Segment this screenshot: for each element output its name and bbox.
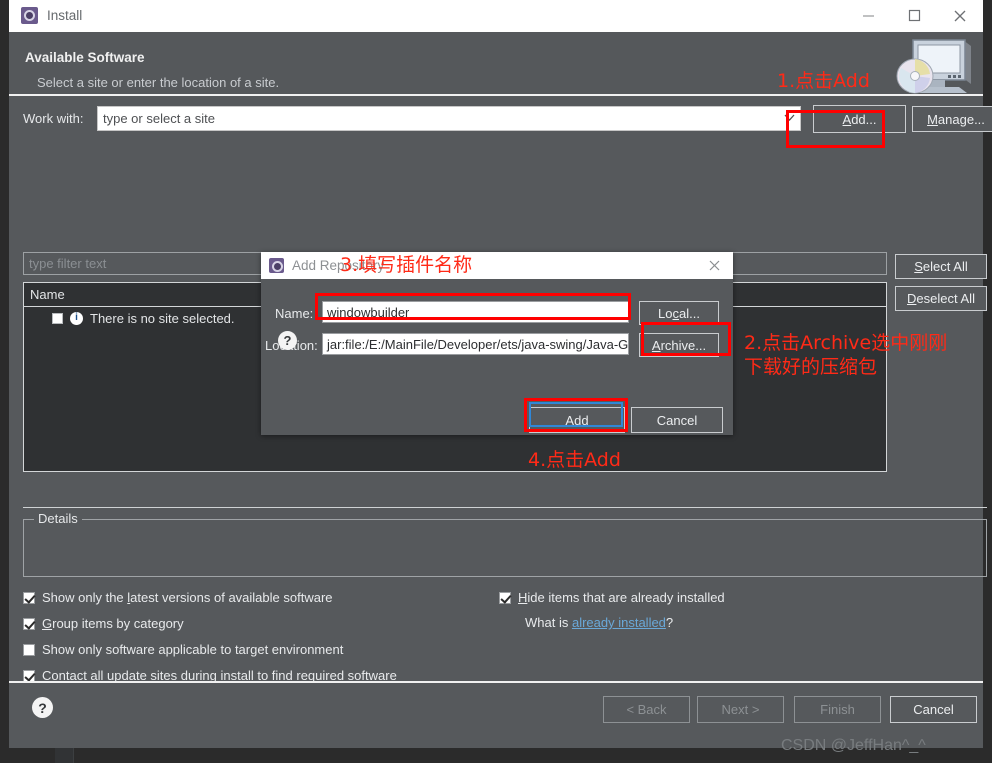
what-is-suffix: ? — [665, 615, 674, 630]
page-subtitle: Select a site or enter the location of a… — [37, 75, 280, 90]
add-site-button[interactable]: Add... — [813, 105, 906, 133]
chevron-down-icon[interactable] — [778, 113, 800, 124]
back-button[interactable]: < Back — [603, 696, 690, 723]
checkbox-box[interactable] — [23, 591, 35, 604]
watermark: CSDN @JeffHan^_^ — [781, 737, 926, 754]
eclipse-gear-icon — [21, 7, 38, 24]
column-header-extra[interactable] — [716, 283, 886, 306]
what-is-already-installed: What is already installed? — [525, 615, 673, 630]
checkbox-box[interactable] — [23, 643, 35, 656]
manage-sites-button-label: Manage... — [927, 111, 985, 127]
window-title: Install — [47, 8, 83, 23]
section-divider — [23, 507, 987, 508]
eclipse-gear-icon — [269, 258, 284, 273]
work-with-input[interactable]: type or select a site — [98, 111, 778, 126]
window-title-bar: Install — [9, 0, 983, 32]
next-button[interactable]: Next > — [697, 696, 784, 723]
minimize-icon[interactable] — [845, 0, 891, 31]
name-field-value: windowbuilder — [327, 304, 410, 320]
local-button-label: Local... — [658, 305, 700, 321]
info-icon: i — [70, 311, 83, 325]
close-icon[interactable] — [937, 0, 983, 31]
local-button[interactable]: Local... — [639, 301, 719, 325]
checkbox-show-latest-versions[interactable]: Show only the latest versions of availab… — [23, 590, 333, 605]
computer-cd-icon — [896, 39, 971, 94]
checkbox-label: Show only the latest versions of availab… — [42, 590, 333, 605]
deselect-all-button[interactable]: Deselect All — [895, 286, 987, 311]
add-site-button-label: Add... — [842, 111, 877, 127]
work-with-label: Work with: — [23, 111, 84, 126]
deselect-all-label: Deselect All — [907, 291, 975, 306]
finish-button[interactable]: Finish — [794, 696, 881, 723]
location-field-value: jar:file:/E:/MainFile/Developer/ets/java… — [327, 336, 628, 352]
dialog-close-icon[interactable] — [695, 252, 733, 279]
checkbox-label: Show only software applicable to target … — [42, 642, 344, 657]
manage-sites-button[interactable]: Manage... — [912, 106, 992, 132]
dialog-help-icon[interactable]: ? — [278, 331, 297, 350]
dialog-title: Add Repository — [292, 258, 385, 273]
details-group: Details — [23, 511, 987, 577]
archive-button[interactable]: Archive... — [639, 333, 719, 357]
row-name: There is no site selected. — [90, 310, 235, 326]
row-checkbox[interactable] — [52, 312, 63, 324]
cancel-button[interactable]: Cancel — [890, 696, 977, 723]
help-icon[interactable]: ? — [32, 697, 53, 718]
archive-button-label: Archive... — [651, 337, 707, 353]
details-legend: Details — [34, 511, 82, 526]
add-repository-dialog: Add Repository Name: windowbuilder Local… — [261, 252, 733, 435]
dialog-cancel-button[interactable]: Cancel — [631, 407, 723, 433]
maximize-icon[interactable] — [891, 0, 937, 31]
checkbox-box[interactable] — [23, 617, 35, 630]
select-all-label: Select All — [914, 259, 968, 274]
what-is-prefix: What is — [525, 615, 572, 630]
checkbox-label: Group items by category — [42, 616, 184, 631]
dialog-body: Name: windowbuilder Local... Location: j… — [261, 279, 733, 435]
checkbox-hide-already-installed[interactable]: Hide items that are already installed — [499, 590, 725, 605]
checkbox-group-items-by-category[interactable]: Group items by category — [23, 616, 184, 631]
select-all-button[interactable]: Select All — [895, 254, 987, 279]
location-field[interactable]: jar:file:/E:/MainFile/Developer/ets/java… — [322, 333, 629, 355]
already-installed-link[interactable]: already installed — [572, 615, 666, 630]
wizard-header: Available Software Select a site or ente… — [9, 32, 983, 96]
dialog-title-bar: Add Repository — [261, 252, 733, 279]
checkbox-show-only-applicable-software[interactable]: Show only software applicable to target … — [23, 642, 343, 657]
name-field[interactable]: windowbuilder — [322, 301, 629, 323]
checkbox-box[interactable] — [23, 669, 35, 682]
name-label: Name: — [275, 306, 314, 321]
dialog-add-button-label: Add — [565, 412, 589, 428]
filter-placeholder: type filter text — [29, 256, 107, 271]
checkbox-box[interactable] — [499, 591, 511, 604]
page-title: Available Software — [25, 50, 145, 65]
dialog-add-button[interactable]: Add — [529, 407, 625, 433]
work-with-row: Work with: type or select a site Add... … — [23, 105, 992, 133]
checkbox-label: Hide items that are already installed — [518, 590, 725, 605]
work-with-combo[interactable]: type or select a site — [97, 106, 801, 131]
